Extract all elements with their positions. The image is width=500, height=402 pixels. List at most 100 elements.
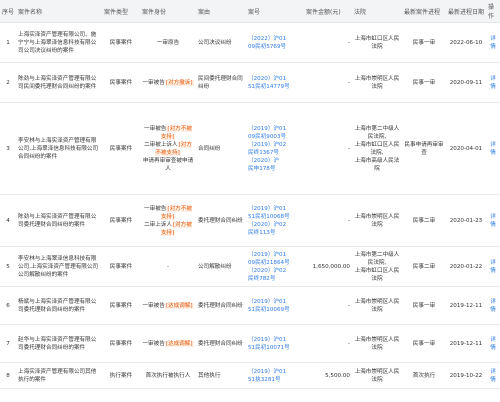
case-role: 一审被告[对方撤诉] [142,79,194,87]
case-role-result-tag: [达成调解] [164,302,194,309]
court-name: 上海市高级人民法院 [354,157,400,172]
case-role: 一审被告[对方不被支持] [142,125,194,141]
cell-action: 详情 [486,62,500,103]
cell-case-type: 民事案件 [102,286,140,325]
case-number-link[interactable]: （2019）沪01 [248,125,302,133]
case-number-link[interactable]: 民申178号 [248,165,302,173]
case-name: 李安林与上海实泽资产管理有限公司,上海翠泽信息科技有限公司合同纠纷的案件 [18,137,99,160]
cell-index: 2 [0,62,16,103]
case-role-text: 一审被告 [144,205,167,212]
row-index: 8 [6,372,10,379]
table-row: 3 李安林与上海实泽资产管理有限公司,上海翠泽信息科技有限公司合同纠纷的案件 民事案… [0,102,500,195]
case-number-link[interactable]: （2019）沪01 [248,251,302,259]
cell-court: 上海市崇明区人民法院 [352,286,402,325]
header-col-index: 序号 [0,0,16,23]
case-role: 二审被上诉人[对方不被支持] [142,141,194,157]
case-role-text: - [166,263,170,270]
case-number-link[interactable]: 51民初10071号 [248,344,302,352]
details-link[interactable]: 详情 [490,337,496,351]
cell-case-type: 民事案件 [102,324,140,363]
case-number-link[interactable]: 民终113号 [248,229,302,237]
cell-court: 上海市崇明区人民法院 [352,324,402,363]
court-name: 上海市崇明区人民法院 [354,336,400,351]
header-col-case-role: 案件身份 [140,0,196,23]
case-number-link[interactable]: （2020）沪01 [248,75,302,83]
court-name: 上海市虹口区人民法院, [354,141,400,156]
case-number-link[interactable]: （2019）沪01 [248,336,302,344]
cell-latest-stage: 民事一审 [402,324,446,363]
case-cause: 合同纠纷 [198,145,221,152]
cell-latest-stage: 首次执行 [402,362,446,389]
cell-case-role: - [140,246,196,287]
case-number-link[interactable]: （2020）沪02 [248,221,302,229]
latest-stage: 民事一审 [412,79,436,86]
case-type: 民事案件 [109,39,133,46]
cell-case-name: 上海实泽资产管理有限公司、施宁宁与上海翠泽信息科技有限公司公司决议纠纷的案件 [16,22,102,63]
cell-cause: 合同纠纷 [196,102,246,195]
case-role-text: 申请再审审查被申请人 [142,157,194,172]
cell-latest-date: 2022-06-10 [446,22,486,63]
case-number-link[interactable]: （2020）沪02 [248,267,302,275]
latest-stage: 民事一审 [412,39,436,46]
case-number-link[interactable]: （2020）沪 [248,157,302,165]
cell-case-name: 陈劲与上海实泽资产管理有限公司民间委托理财合同纠纷的案件 [16,62,102,103]
cell-action: 详情 [486,194,500,247]
case-cause: 委托理财合同纠纷 [198,302,243,309]
details-link[interactable]: 详情 [490,76,496,90]
case-type: 民事案件 [109,263,133,270]
case-role: 一审被告[达成调解] [142,302,194,310]
case-number-link[interactable]: 51民初10069号 [248,306,302,314]
table-row: 7 赵华与上海实泽资产管理有限公司委托理财合同纠纷的案件 民事案件 一审被告[达成调解… [0,324,500,363]
case-number-link[interactable]: （2019）沪01 [248,368,302,376]
cell-case-type: 民事案件 [102,62,140,103]
case-number-link[interactable]: 民终1367号 [248,149,302,157]
case-number-link[interactable]: 09民初21864号 [248,259,302,267]
case-type: 民事案件 [109,340,133,347]
cell-case-number: （2019）沪01 51民初10068号 （2020）沪02 民终113号 [246,194,304,247]
header-col-action: 操作 [486,0,500,23]
case-number-link[interactable]: 51民初14779号 [248,83,302,91]
details-link[interactable]: 详情 [490,142,496,156]
court-name: 上海市崇明区人民法院 [354,213,400,228]
details-link[interactable]: 详情 [490,369,496,383]
latest-date: 2020-04-01 [449,145,483,152]
cell-latest-date: 2020-01-23 [446,194,486,247]
case-number-link[interactable]: （2019）沪02 [248,141,302,149]
details-link[interactable]: 详情 [490,214,496,228]
case-number-link[interactable]: 民终782号 [248,275,302,283]
cell-court: 上海市第二中级人民法院, 上海市虹口区人民法院, 上海市高级人民法院 [352,102,402,195]
header-col-latest-date: 最新进程日期 [446,0,486,23]
case-name: 赵华与上海实泽资产管理有限公司委托理财合同纠纷的案件 [18,336,97,351]
details-link[interactable]: 详情 [490,299,496,313]
table-body: 1 上海实泽资产管理有限公司、施宁宁与上海翠泽信息科技有限公司公司决议纠纷的案件民… [0,22,500,389]
court-name: 上海市第二中级人民法院, [354,125,400,140]
details-link[interactable]: 详情 [490,260,496,274]
case-number-link[interactable]: （2019）沪01 [248,205,302,213]
latest-date: 2019-12-11 [449,302,483,309]
case-name: 陈劲与上海实泽资产管理有限公司委托理财合同纠纷的案件 [18,213,97,228]
row-index: 4 [6,217,10,224]
cell-court: 上海市虹口区人民法院 [352,22,402,63]
cell-case-type: 民事案件 [102,246,140,287]
cell-court: 上海市崇明区人民法院 [352,194,402,247]
case-name: 上海实泽资产管理有限公司其他执行的案件 [18,368,97,383]
cell-index: 6 [0,286,16,325]
case-role: 二审上诉人[对方被支持] [142,221,194,237]
cell-case-number: （2019）沪01 51民初10071号 [246,324,304,363]
cell-cause: 委托理财合同纠纷 [196,286,246,325]
case-role-text: 一审被告 [144,125,167,132]
row-index: 3 [6,145,10,152]
case-number-link[interactable]: （2022）沪01 [248,35,302,43]
case-number-link[interactable]: 51民初10068号 [248,213,302,221]
case-number-link[interactable]: （2019）沪01 [248,298,302,306]
cell-case-number: （2020）沪01 51民初14779号 [246,62,304,103]
details-link[interactable]: 详情 [490,36,496,50]
cell-amount: - [304,102,352,195]
case-number-link[interactable]: 09民初9003号 [248,133,302,141]
cell-index: 3 [0,102,16,195]
case-number-link[interactable]: 51执3281号 [248,376,302,384]
cell-case-name: 李安林与上海实泽资产管理有限公司,上海翠泽信息科技有限公司合同纠纷的案件 [16,102,102,195]
cell-case-type: 民事案件 [102,102,140,195]
row-index: 1 [6,39,10,46]
case-number-link[interactable]: 09民初5769号 [248,43,302,51]
